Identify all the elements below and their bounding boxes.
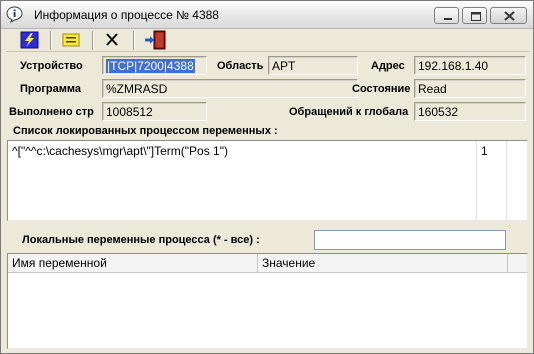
locked-variables-list[interactable]: ^["^^c:\cachesys\mgr\apt\"]Term("Pos 1")…: [7, 140, 528, 221]
x-icon: [106, 33, 118, 46]
device-value: |TCP|7200|4388: [106, 59, 195, 73]
locked-variable-count: 1: [481, 144, 488, 158]
exit-door-icon: [145, 30, 166, 50]
state-label: Состояние: [352, 83, 411, 95]
process-info-window: Информация о процессе № 4388 Устройство …: [0, 0, 534, 354]
address-field[interactable]: 192.168.1.40: [414, 56, 526, 75]
local-vars-label: Локальные переменные процесса (* - все) …: [22, 234, 260, 246]
state-field[interactable]: Read: [414, 79, 526, 98]
toolbar-separator: [133, 31, 134, 50]
column-header-value[interactable]: Значение: [258, 254, 508, 273]
toolbar-button-exit[interactable]: [142, 29, 170, 51]
local-vars-filter-input[interactable]: [314, 230, 506, 250]
locked-list-title: Список локированных процессом переменных…: [13, 125, 278, 137]
toolbar-separator: [50, 31, 51, 50]
toolbar-button-delete[interactable]: [98, 29, 126, 51]
executed-label: Выполнено стр: [9, 106, 94, 118]
toolbar: [6, 28, 530, 52]
lightning-icon: [20, 31, 39, 49]
program-field[interactable]: %ZMRASD: [102, 79, 358, 98]
minimize-icon: [444, 18, 452, 20]
global-refs-field[interactable]: 160532: [414, 102, 526, 121]
local-variables-table[interactable]: Имя переменной Значение: [7, 253, 528, 349]
app-info-icon: [6, 6, 23, 24]
column-header-variable-name[interactable]: Имя переменной: [8, 254, 258, 273]
toolbar-button-refresh[interactable]: [15, 29, 43, 51]
global-refs-label: Обращений к глобала: [289, 106, 409, 118]
close-button[interactable]: [490, 7, 527, 24]
maximize-icon: [471, 12, 481, 21]
area-label: Область: [217, 60, 264, 72]
toolbar-button-note[interactable]: [57, 29, 85, 51]
program-label: Программа: [20, 83, 82, 95]
close-icon: [504, 11, 515, 21]
toolbar-separator: [92, 31, 93, 50]
list-item[interactable]: ^["^^c:\cachesys\mgr\apt\"]Term("Pos 1")…: [8, 144, 527, 160]
device-label: Устройство: [20, 60, 83, 72]
address-label: Адрес: [371, 60, 405, 72]
locked-variable-name: ^["^^c:\cachesys\mgr\apt\"]Term("Pos 1"): [12, 144, 228, 158]
minimize-button[interactable]: [434, 7, 459, 24]
device-field[interactable]: |TCP|7200|4388: [102, 56, 207, 75]
area-field[interactable]: APT: [268, 56, 358, 75]
title-bar: Информация о процессе № 4388: [1, 1, 533, 29]
column-header-filler: [508, 254, 527, 273]
maximize-button[interactable]: [462, 7, 487, 24]
window-title: Информация о процессе № 4388: [34, 8, 219, 22]
executed-field[interactable]: 1008512: [102, 102, 207, 121]
note-icon: [62, 33, 80, 47]
